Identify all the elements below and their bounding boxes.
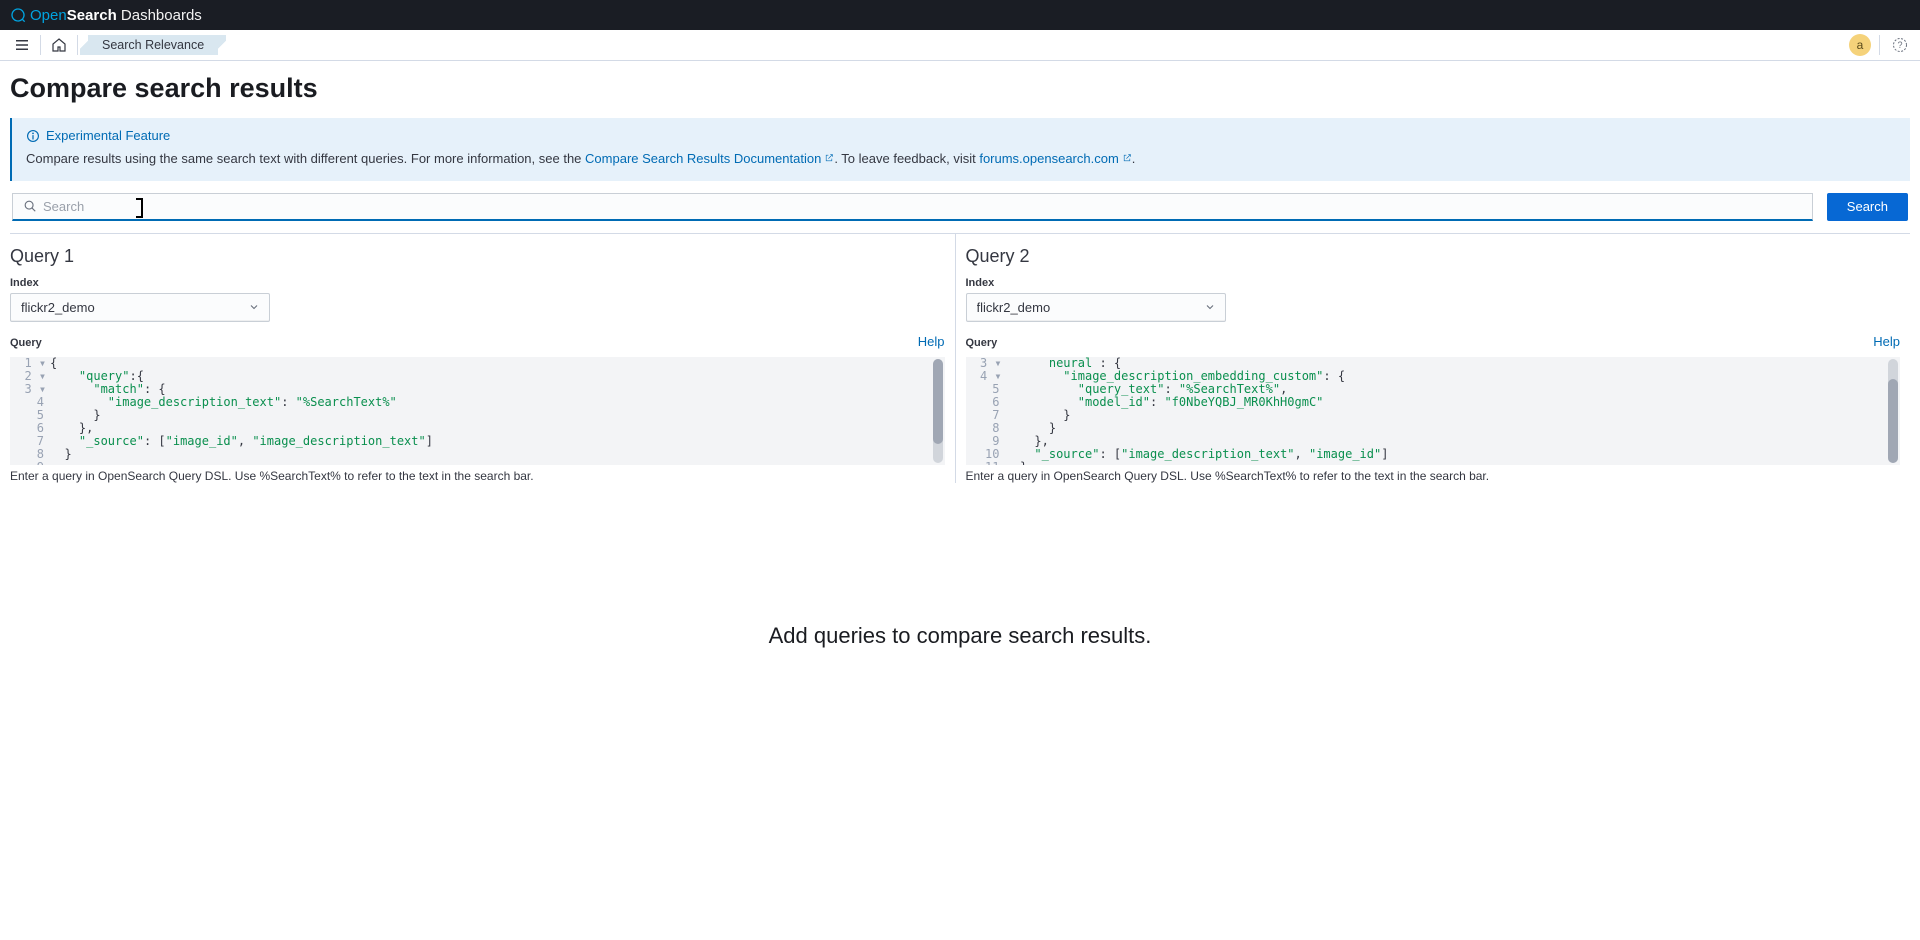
search-input[interactable]: [43, 199, 1802, 214]
divider: [40, 35, 41, 55]
divider: [1879, 35, 1880, 55]
query-editor-1[interactable]: 1 ▾ 2 ▾ 3 ▾ 4 5 6 7 8 9 { "query":{ "mat…: [10, 357, 945, 465]
search-icon: [23, 199, 37, 213]
hamburger-icon: [14, 37, 30, 53]
callout-body: Compare results using the same search te…: [26, 149, 1896, 169]
docs-link[interactable]: Compare Search Results Documentation: [585, 151, 834, 166]
help-icon: ?: [1892, 37, 1908, 53]
index-label: Index: [966, 277, 1901, 289]
gutter: 3 ▾ 4 ▾ 5 6 7 8 9 10 11: [966, 357, 1006, 465]
query-editor-2[interactable]: 3 ▾ 4 ▾ 5 6 7 8 9 10 11 neural : { "imag…: [966, 357, 1901, 465]
query-hint-2: Enter a query in OpenSearch Query DSL. U…: [966, 469, 1901, 483]
empty-state: Add queries to compare search results.: [10, 483, 1910, 789]
nav-bar: Search Relevance a ?: [0, 30, 1920, 61]
scrollbar-thumb[interactable]: [1888, 379, 1898, 463]
index-label: Index: [10, 277, 945, 289]
experimental-callout: Experimental Feature Compare results usi…: [10, 118, 1910, 181]
callout-title-text: Experimental Feature: [46, 128, 170, 143]
content: Compare search results Experimental Feat…: [0, 61, 1920, 801]
search-button[interactable]: Search: [1827, 193, 1908, 221]
top-bar: OpenSearch Dashboards: [0, 0, 1920, 30]
menu-toggle-button[interactable]: [8, 31, 36, 59]
nav-left: Search Relevance: [8, 31, 218, 59]
breadcrumb[interactable]: Search Relevance: [88, 35, 218, 55]
forums-link[interactable]: forums.opensearch.com: [979, 151, 1131, 166]
brand-logo[interactable]: OpenSearch Dashboards: [10, 7, 202, 24]
svg-text:?: ?: [1897, 40, 1902, 50]
query-label-row: Query Help: [966, 334, 1901, 353]
index-select-2[interactable]: flickr2_demo: [966, 293, 1226, 322]
query-hint-1: Enter a query in OpenSearch Query DSL. U…: [10, 469, 945, 483]
avatar[interactable]: a: [1849, 34, 1871, 56]
search-row: Search: [10, 193, 1910, 221]
query-pane-2: Query 2 Index flickr2_demo Query Help 3 …: [955, 234, 1911, 483]
home-icon: [51, 37, 67, 53]
scrollbar-thumb[interactable]: [933, 359, 943, 444]
code-lines: { "query":{ "match": { "image_descriptio…: [50, 357, 945, 465]
query-label: Query: [10, 337, 42, 349]
brand-open: Open: [30, 7, 67, 24]
search-wrap: [12, 193, 1813, 221]
opensearch-icon: [10, 7, 26, 23]
help-button[interactable]: ?: [1888, 33, 1912, 57]
queries-row: Query 1 Index flickr2_demo Query Help 1 …: [10, 233, 1910, 483]
help-link-2[interactable]: Help: [1873, 334, 1900, 349]
code-lines: neural : { "image_description_embedding_…: [1006, 357, 1901, 465]
brand-dash: Dashboards: [117, 7, 202, 24]
query-1-title: Query 1: [10, 246, 945, 267]
nav-right: a ?: [1849, 33, 1912, 57]
divider: [77, 35, 78, 55]
index-select-wrap: flickr2_demo: [10, 293, 270, 322]
home-button[interactable]: [45, 31, 73, 59]
query-pane-1: Query 1 Index flickr2_demo Query Help 1 …: [10, 234, 955, 483]
gutter: 1 ▾ 2 ▾ 3 ▾ 4 5 6 7 8 9: [10, 357, 50, 465]
brand-search: Search: [67, 7, 117, 24]
query-label-row: Query Help: [10, 334, 945, 353]
query-label: Query: [966, 337, 998, 349]
callout-title: Experimental Feature: [26, 128, 1896, 143]
info-icon: [26, 129, 40, 143]
page-title: Compare search results: [10, 73, 1910, 104]
index-select-wrap: flickr2_demo: [966, 293, 1226, 322]
index-select-1[interactable]: flickr2_demo: [10, 293, 270, 322]
query-2-title: Query 2: [966, 246, 1901, 267]
help-link-1[interactable]: Help: [918, 334, 945, 349]
